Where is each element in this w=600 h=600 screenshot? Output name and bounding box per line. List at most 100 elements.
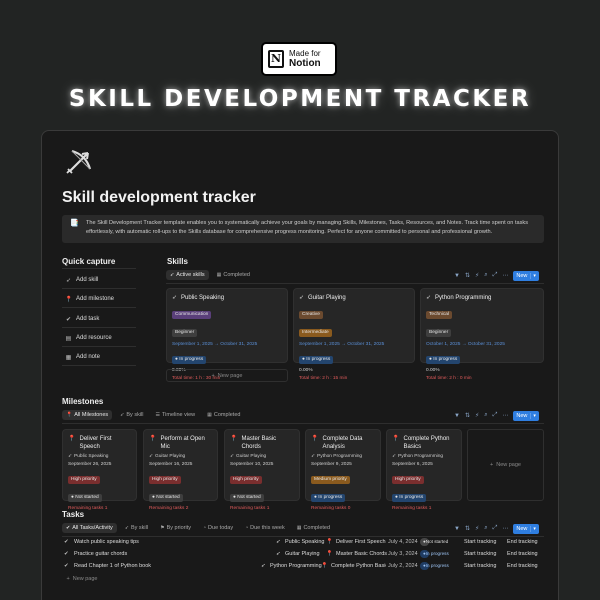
more-icon[interactable]: ⋯ — [502, 525, 508, 532]
milestone-card[interactable]: 📍 Complete Python Basics ➶ Python Programm… — [386, 429, 462, 511]
check-circle-icon[interactable]: ✔ — [64, 551, 69, 557]
milestones-tabs: 📍 All Milestones ➶ By skill ☰ Timeline view… — [62, 409, 244, 421]
expand-icon[interactable]: ⤢ — [493, 272, 498, 279]
check-circle-icon[interactable]: ✔ — [64, 563, 69, 569]
category-tag: Technical — [426, 311, 452, 319]
start-tracking-button[interactable]: Start tracking — [464, 551, 496, 557]
add-note-button[interactable]: ▦ Add note — [62, 350, 134, 364]
expand-icon[interactable]: ⤢ — [493, 412, 498, 419]
status-badge: ● In progress — [392, 494, 427, 502]
start-tracking-button[interactable]: Start tracking — [464, 539, 496, 545]
table-row[interactable]: ✔ Watch public speaking tips ➶ Public Sp… — [62, 538, 544, 549]
skill-card[interactable]: ➶ Python Programming Technical Beginner O… — [420, 288, 544, 381]
tab-timeline-view[interactable]: ☰ Timeline view — [152, 410, 200, 420]
milestone-skill: Public Speaking — [74, 454, 109, 459]
search-icon[interactable]: ⌕ — [484, 525, 487, 532]
tasks-new-page-button[interactable]: + New page — [62, 574, 102, 584]
new-page-label: New page — [72, 576, 98, 582]
end-tracking-button[interactable]: End tracking — [507, 539, 538, 545]
milestone-skill: Python Programming — [398, 454, 444, 459]
search-icon[interactable]: ⌕ — [484, 412, 487, 419]
due-date: September 10, 2025 — [230, 462, 274, 467]
automation-icon[interactable]: ⚡ — [475, 525, 479, 532]
milestone-skill: Guitar Playing — [155, 454, 186, 459]
pin-icon: 📍 — [230, 436, 238, 442]
add-task-label: Add task — [76, 316, 100, 322]
skill-card[interactable]: ➶ Guitar Playing Creative Intermediate Se… — [293, 288, 415, 381]
plus-icon: + — [66, 576, 70, 582]
table-row[interactable]: ✔ Read Chapter 1 of Python book ➶ Python… — [62, 562, 544, 573]
pin-icon: 📍 — [326, 551, 333, 557]
document-icon: 📑 — [70, 220, 79, 227]
more-icon[interactable]: ⋯ — [502, 272, 508, 279]
badge-line2: Notion — [289, 58, 321, 69]
automation-icon[interactable]: ⚡ — [475, 272, 479, 279]
quick-capture-heading: Quick capture — [62, 257, 116, 266]
table-row[interactable]: ✔ Practice guitar chords ➶ Guitar Playin… — [62, 550, 544, 561]
add-milestone-button[interactable]: 📍 Add milestone — [62, 292, 134, 306]
milestone-card[interactable]: 📍 Deliver First Speech ➶ Public Speaking S… — [62, 429, 137, 511]
pin-icon: 📍 — [392, 436, 400, 442]
clock-icon: ◔ — [203, 525, 207, 531]
tab-by-priority[interactable]: ⚑ By priority — [156, 523, 195, 533]
callout-text: The Skill Development Tracker template e… — [86, 220, 529, 235]
milestone-title: Complete Python Basics — [403, 436, 450, 450]
tab-by-skill[interactable]: ➶ By skill — [116, 410, 147, 420]
tab-due-today[interactable]: ◔ Due today — [199, 523, 237, 533]
tab-active-skills[interactable]: ➶ Active skills — [166, 270, 209, 280]
status-label: Not started — [425, 539, 449, 544]
chevron-down-icon[interactable]: ▾ — [530, 412, 536, 419]
tab-all-tasks[interactable]: ✔ All Tasks/Activity — [62, 523, 117, 533]
tab-completed[interactable]: ▦ Completed — [203, 410, 244, 420]
check-circle-icon: ✔ — [65, 316, 72, 323]
search-icon[interactable]: ⌕ — [484, 272, 487, 279]
check-circle-icon[interactable]: ✔ — [64, 539, 69, 545]
new-page-label: New page — [217, 372, 243, 379]
skills-new-button[interactable]: New ▾ — [513, 270, 539, 281]
filter-icon[interactable]: ▼ — [454, 273, 460, 279]
sort-icon[interactable]: ⇅ — [465, 412, 470, 419]
milestone-card[interactable]: 📍 Master Basic Chords ➶ Guitar Playing Sep… — [224, 429, 300, 511]
sort-icon[interactable]: ⇅ — [465, 272, 470, 279]
task-milestone: Complete Python Basics — [331, 563, 386, 569]
level-tag: Intermediate — [299, 329, 332, 337]
filter-icon[interactable]: ▼ — [454, 526, 460, 532]
bow-and-arrow-icon[interactable] — [64, 147, 94, 177]
calendar-icon: ▦ — [216, 272, 222, 278]
bow-icon: ➶ — [170, 272, 175, 278]
skill-card[interactable]: ➶ Public Speaking Communication Beginner … — [166, 288, 288, 381]
add-skill-button[interactable]: ➶ Add skill — [62, 273, 134, 287]
status-badge: ● Not started — [149, 494, 183, 502]
automation-icon[interactable]: ⚡ — [475, 412, 479, 419]
tab-by-skill[interactable]: ➶ By skill — [121, 523, 152, 533]
skills-new-page-button[interactable]: + New page — [166, 369, 288, 382]
tab-all-milestones[interactable]: 📍 All Milestones — [62, 410, 113, 420]
tab-completed[interactable]: ▦ Completed — [213, 270, 254, 280]
tab-completed[interactable]: ▦ Completed — [293, 523, 334, 533]
tasks-new-button[interactable]: New ▾ — [513, 523, 539, 534]
start-tracking-button[interactable]: Start tracking — [464, 563, 496, 569]
milestone-card[interactable]: 📍 Perform at Open Mic ➶ Guitar Playing Sep… — [143, 429, 218, 511]
task-date: July 4, 2024 — [388, 539, 418, 545]
milestone-card[interactable]: 📍 Complete Data Analysis ➶ Python Programm… — [305, 429, 381, 511]
add-resource-button[interactable]: ▤ Add resource — [62, 331, 134, 345]
tab-label: By skill — [130, 525, 149, 531]
chevron-down-icon[interactable]: ▾ — [530, 272, 536, 279]
end-tracking-button[interactable]: End tracking — [507, 563, 538, 569]
end-tracking-button[interactable]: End tracking — [507, 551, 538, 557]
add-skill-label: Add skill — [76, 277, 99, 283]
filter-icon[interactable]: ▼ — [454, 413, 460, 419]
status-label: Not started — [156, 495, 180, 500]
priority-tag: High priority — [230, 476, 262, 484]
more-icon[interactable]: ⋯ — [502, 412, 508, 419]
sort-icon[interactable]: ⇅ — [465, 525, 470, 532]
bow-icon: ➶ — [172, 295, 178, 301]
tab-due-this-week[interactable]: ◔ Due this week — [241, 523, 289, 533]
milestones-new-page-button[interactable]: + New page — [467, 429, 544, 501]
bow-icon: ➶ — [230, 454, 235, 459]
expand-icon[interactable]: ⤢ — [493, 525, 498, 532]
chevron-down-icon[interactable]: ▾ — [530, 525, 536, 532]
add-task-button[interactable]: ✔ Add task — [62, 312, 134, 326]
milestones-new-button[interactable]: New ▾ — [513, 410, 539, 421]
milestone-title: Complete Data Analysis — [322, 436, 363, 450]
